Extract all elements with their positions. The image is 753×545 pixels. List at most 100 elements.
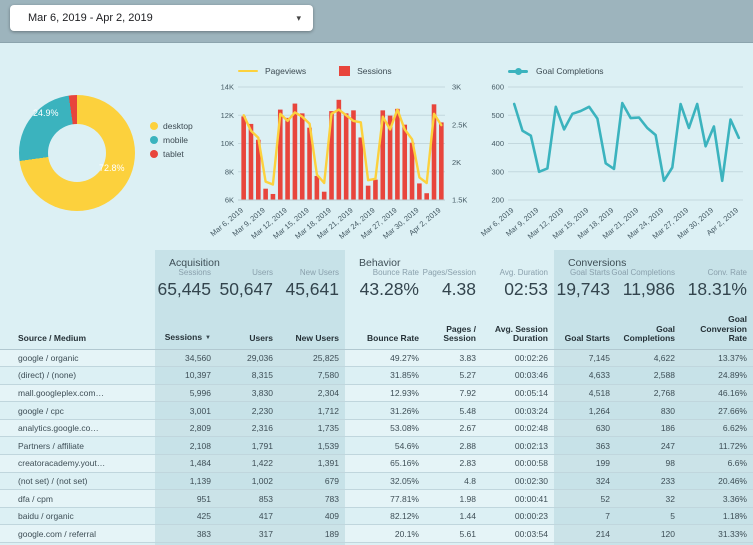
- scorecard-value: 19,743: [556, 278, 610, 300]
- scorecard-value: 43.28%: [360, 278, 419, 300]
- scorecard-value: 65,445: [157, 278, 211, 300]
- cell: 363: [554, 437, 616, 455]
- date-range-picker[interactable]: Mar 6, 2019 - Apr 2, 2019 ▾: [10, 5, 313, 31]
- svg-text:3K: 3K: [452, 83, 461, 92]
- cell-source-medium: baidu / organic: [0, 507, 155, 525]
- cell: 46.16%: [681, 384, 753, 402]
- column-header-bounce-rate[interactable]: Bounce Rate: [345, 312, 425, 349]
- scorecard-users: Users50,647: [219, 268, 273, 300]
- svg-text:300: 300: [491, 167, 504, 176]
- scorecard-value: 45,641: [285, 278, 339, 300]
- cell-source-medium: google / cpc: [0, 402, 155, 420]
- cell: 1,735: [279, 419, 345, 437]
- cell-source-medium: mall.googleplex.com…: [0, 384, 155, 402]
- cell: 54.6%: [345, 437, 425, 455]
- cell-source-medium: google / organic: [0, 349, 155, 367]
- svg-text:10K: 10K: [221, 139, 234, 148]
- column-header-pages-session[interactable]: Pages / Session: [425, 312, 482, 349]
- section-conversions: ConversionsGoal Starts19,743Goal Complet…: [554, 250, 753, 312]
- cell: 7.92: [425, 384, 482, 402]
- cell: 82.12%: [345, 507, 425, 525]
- cell: 120: [616, 525, 681, 543]
- scorecard-band: AcquisitionSessions65,445Users50,647New …: [0, 250, 753, 312]
- cell: 4,518: [554, 384, 616, 402]
- cell: 31.33%: [681, 525, 753, 543]
- cell: 3.83: [425, 349, 482, 367]
- column-header-sessions[interactable]: Sessions▼: [155, 312, 217, 349]
- cell: 1.18%: [681, 507, 753, 525]
- cell: 2,230: [217, 402, 279, 420]
- cell: 853: [217, 490, 279, 508]
- cell: 31.26%: [345, 402, 425, 420]
- cell: 98: [616, 455, 681, 473]
- cell: 5,996: [155, 384, 217, 402]
- cell: 34,560: [155, 349, 217, 367]
- table-row: dfa / cpm95185378377.81%1.9800:00:415232…: [0, 490, 753, 508]
- cell: 1,422: [217, 455, 279, 473]
- cell: 4,622: [616, 349, 681, 367]
- cell: 27.66%: [681, 402, 753, 420]
- legend-item-desktop: desktop: [150, 119, 193, 133]
- donut-legend: desktop mobile tablet: [150, 119, 193, 161]
- column-header-goal-completions[interactable]: Goal Completions: [616, 312, 681, 349]
- sort-desc-icon: ▼: [205, 335, 211, 341]
- legend-dot-icon: [150, 136, 158, 144]
- cell: 12.93%: [345, 384, 425, 402]
- cell: 199: [554, 455, 616, 473]
- svg-text:14K: 14K: [221, 83, 234, 92]
- scorecard-sessions: Sessions65,445: [157, 268, 211, 300]
- cell: 214: [554, 525, 616, 543]
- column-header-users[interactable]: Users: [217, 312, 279, 349]
- legend-item-mobile: mobile: [150, 133, 193, 147]
- table-row: Partners / affiliate2,1081,7911,53954.6%…: [0, 437, 753, 455]
- cell: 2,588: [616, 367, 681, 385]
- column-header-goal-starts[interactable]: Goal Starts: [554, 312, 616, 349]
- cell: 2,809: [155, 419, 217, 437]
- cell: 65.16%: [345, 455, 425, 473]
- column-header-goal-conversion-rate[interactable]: Goal Conversion Rate: [681, 312, 753, 349]
- cell: 5.27: [425, 367, 482, 385]
- cell: 32: [616, 490, 681, 508]
- cell: 00:00:23: [482, 507, 554, 525]
- cell: 189: [279, 525, 345, 543]
- cell: 3,001: [155, 402, 217, 420]
- cell: 383: [155, 525, 217, 543]
- cell: 1.44: [425, 507, 482, 525]
- cell: 00:02:48: [482, 419, 554, 437]
- cell: 00:00:41: [482, 490, 554, 508]
- cell: 29,036: [217, 349, 279, 367]
- cell: 7,580: [279, 367, 345, 385]
- cell: 2.83: [425, 455, 482, 473]
- legend-item-tablet: tablet: [150, 147, 193, 161]
- cell: 5.61: [425, 525, 482, 543]
- cell: 24.89%: [681, 367, 753, 385]
- donut-label-desktop: 72.8%: [99, 163, 125, 173]
- cell: 52: [554, 490, 616, 508]
- cell: 1,264: [554, 402, 616, 420]
- column-header-new-users[interactable]: New Users: [279, 312, 345, 349]
- scorecard-label: Pages/Session: [423, 268, 476, 278]
- column-header-source-medium[interactable]: Source / Medium: [0, 312, 155, 349]
- cell: 49.27%: [345, 349, 425, 367]
- svg-text:2K: 2K: [452, 158, 461, 167]
- svg-text:600: 600: [491, 83, 504, 92]
- section-behavior: BehaviorBounce Rate43.28%Pages/Session4.…: [345, 250, 554, 312]
- legend-label: desktop: [163, 121, 193, 131]
- cell: 53.08%: [345, 419, 425, 437]
- cell-source-medium: creatoracademy.yout…: [0, 455, 155, 473]
- svg-text:12K: 12K: [221, 111, 234, 120]
- column-header-avg-session-duration[interactable]: Avg. Session Duration: [482, 312, 554, 349]
- svg-text:500: 500: [491, 111, 504, 120]
- cell: 00:02:26: [482, 349, 554, 367]
- scorecard-label: Avg. Duration: [500, 268, 548, 278]
- cell: 25,825: [279, 349, 345, 367]
- svg-text:8K: 8K: [225, 167, 234, 176]
- table-row: google / cpc3,0012,2301,71231.26%5.4800:…: [0, 402, 753, 420]
- table-row: google.com / referral38331718920.1%5.610…: [0, 525, 753, 543]
- cell: 630: [554, 419, 616, 437]
- legend-label: mobile: [163, 135, 188, 145]
- table-row: creatoracademy.yout…1,4841,4221,39165.16…: [0, 455, 753, 473]
- scorecard-label: Conv. Rate: [688, 268, 747, 278]
- cell: 00:00:58: [482, 455, 554, 473]
- cell: 77.81%: [345, 490, 425, 508]
